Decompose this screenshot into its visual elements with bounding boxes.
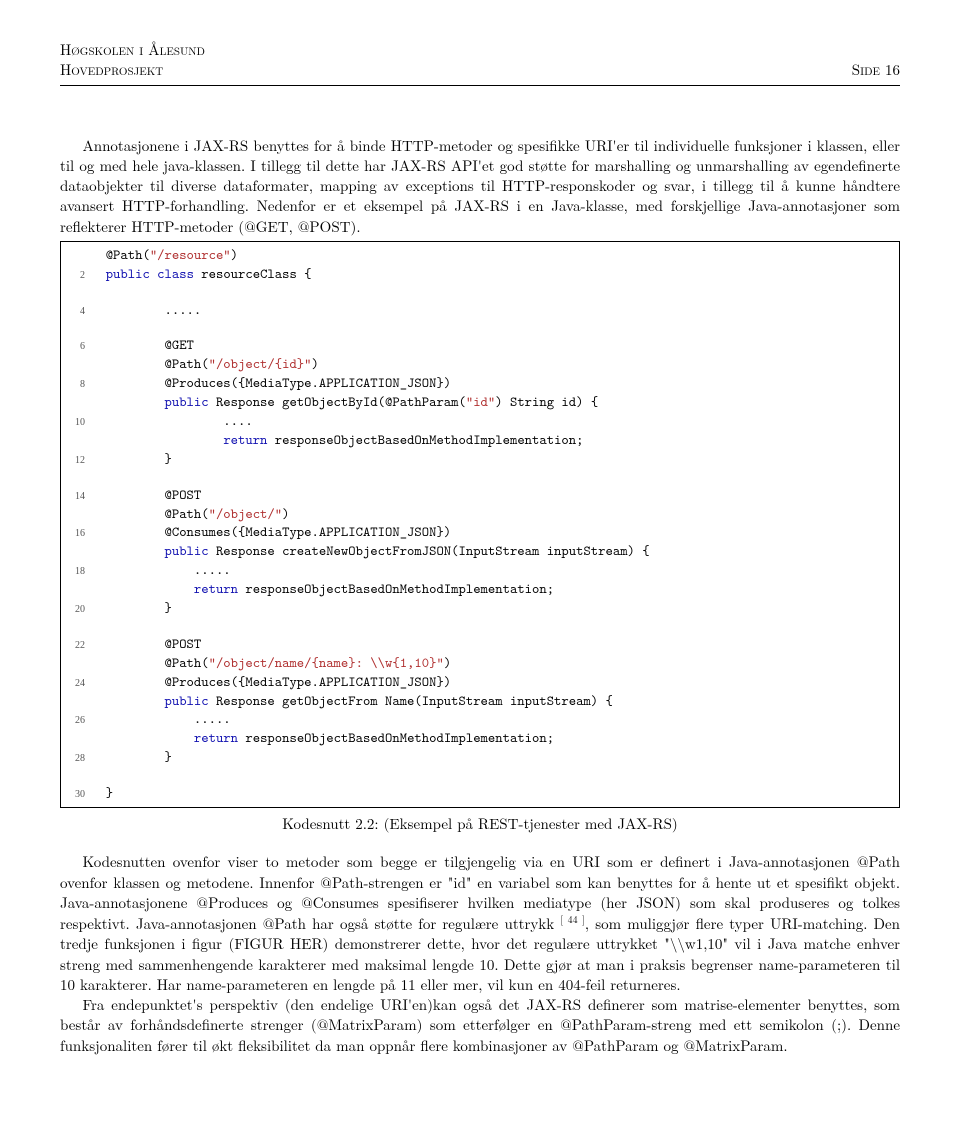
project: Hovedprosjekt [60,60,205,80]
line-number: 22 [67,639,85,653]
line-number: 8 [67,378,85,392]
paragraph-endpoint: Fra endepunktet's perspektiv (den endeli… [60,995,900,1056]
line-number: 16 [67,527,85,541]
line-number: 20 [67,603,85,617]
line-number: 4 [67,305,85,319]
line-number: 26 [67,714,85,728]
citation: [ 44 ] [560,912,585,926]
line-number: 24 [67,677,85,691]
page-number: Side 16 [852,60,900,80]
line-number: 14 [67,490,85,504]
line-number: 6 [67,340,85,354]
line-number: 2 [67,269,85,283]
line-number: 18 [67,565,85,579]
paragraph-intro: Annotasjonene i JAX-RS benyttes for å bi… [60,136,900,237]
listing-caption: Kodesnutt 2.2: (Eksempel på REST-tjenest… [60,814,900,834]
line-number: 30 [67,788,85,802]
header-rule [60,85,900,86]
code-listing: @Path("/resource") 2 public class resour… [60,241,900,808]
line-number: 28 [67,752,85,766]
page-header: Høgskolen i Ålesund Hovedprosjekt Side 1… [60,40,900,81]
paragraph-explain: Kodesnutten ovenfor viser to metoder som… [60,852,900,995]
header-right: Side 16 [852,40,900,81]
line-number: 10 [67,416,85,430]
header-left: Høgskolen i Ålesund Hovedprosjekt [60,40,205,81]
institution: Høgskolen i Ålesund [60,40,205,60]
line-number: 12 [67,454,85,468]
